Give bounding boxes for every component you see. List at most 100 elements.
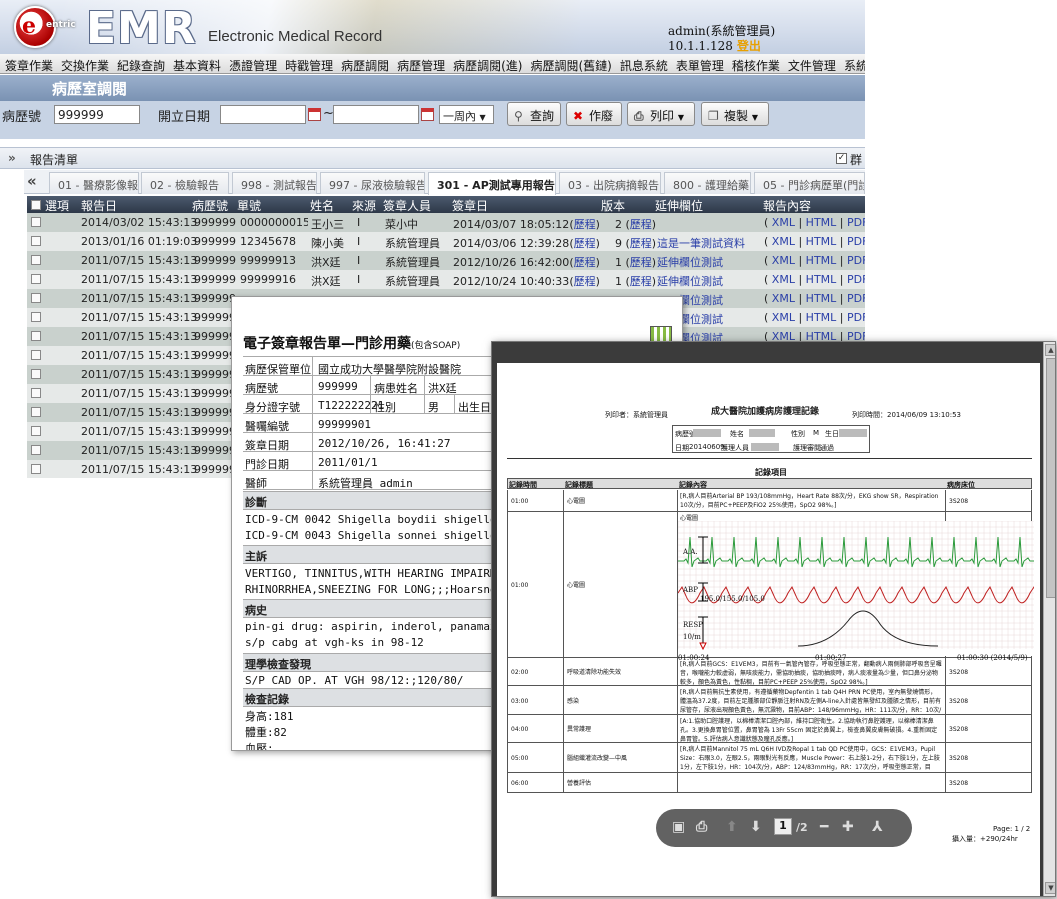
menu-item[interactable]: 稽核作業: [732, 57, 780, 74]
row-checkbox[interactable]: [31, 255, 41, 265]
query-button[interactable]: ⚲ 查詢: [507, 102, 561, 126]
zoom-out-icon[interactable]: ━: [820, 819, 828, 835]
select-all-checkbox[interactable]: [31, 200, 41, 210]
html-link[interactable]: HTML: [806, 292, 837, 305]
column-header[interactable]: 報告內容: [763, 197, 811, 214]
report-tab[interactable]: 800 - 護理給藥: [664, 172, 751, 194]
column-header[interactable]: 延伸欄位: [655, 197, 703, 214]
column-header[interactable]: 簽章日: [452, 197, 488, 214]
row-checkbox[interactable]: [31, 274, 41, 284]
menu-item[interactable]: 系統管理: [844, 57, 865, 74]
zoom-in-icon[interactable]: ✚: [842, 819, 854, 835]
date-to-input[interactable]: [333, 105, 419, 124]
history-link[interactable]: 歷程: [574, 275, 596, 288]
menu-item[interactable]: 時戳管理: [285, 57, 333, 74]
menu-item[interactable]: 交換作業: [61, 57, 109, 74]
row-checkbox[interactable]: [31, 369, 41, 379]
print-icon[interactable]: ⎙: [696, 819, 707, 835]
column-header[interactable]: 報告日: [81, 197, 117, 214]
version-history-link[interactable]: 歷程: [630, 218, 652, 231]
html-link[interactable]: HTML: [806, 254, 837, 267]
page-number-input[interactable]: 1: [774, 818, 792, 835]
calendar-icon[interactable]: [421, 108, 434, 121]
html-link[interactable]: HTML: [806, 273, 837, 286]
report-tab[interactable]: 01 - 醫療影像報告: [49, 172, 139, 194]
date-from-input[interactable]: [220, 105, 306, 124]
html-link[interactable]: HTML: [806, 311, 837, 324]
page-up-icon[interactable]: ⬆: [726, 819, 738, 835]
row-checkbox[interactable]: [31, 293, 41, 303]
version-history-link[interactable]: 歷程: [630, 275, 652, 288]
range-select[interactable]: 一周內 ▼: [439, 105, 494, 124]
xml-link[interactable]: XML: [772, 311, 795, 324]
menu-item[interactable]: 病歷調閱: [341, 57, 389, 74]
expand-icon[interactable]: »: [8, 151, 16, 165]
tabs-scroll-left-icon[interactable]: «: [27, 172, 37, 190]
menu-item[interactable]: 訊息系統: [620, 57, 668, 74]
column-header[interactable]: 病歷號: [192, 197, 228, 214]
column-header[interactable]: 來源: [352, 197, 376, 214]
xml-link[interactable]: XML: [772, 292, 795, 305]
void-button[interactable]: ✖ 作廢: [566, 102, 622, 126]
xml-link[interactable]: XML: [772, 235, 795, 248]
pdf-scrollbar[interactable]: ▲ ▼: [1043, 342, 1055, 896]
report-tab[interactable]: 05 - 門診病歷單(門診用: [754, 172, 865, 194]
copy-button[interactable]: ❐ 複製 ▼: [701, 102, 769, 126]
scroll-thumb[interactable]: [1046, 358, 1055, 598]
row-checkbox[interactable]: [31, 445, 41, 455]
report-tab[interactable]: 03 - 出院病摘報告: [559, 172, 661, 194]
report-tab[interactable]: 02 - 檢驗報告: [141, 172, 229, 194]
row-checkbox[interactable]: [31, 426, 41, 436]
menu-item[interactable]: 簽章作業: [5, 57, 53, 74]
menu-item[interactable]: 紀錄查詢: [117, 57, 165, 74]
row-checkbox[interactable]: [31, 217, 41, 227]
menu-item[interactable]: 文件管理: [788, 57, 836, 74]
pdf-link[interactable]: PDF: [847, 273, 865, 286]
table-row[interactable]: 2013/01/16 01:19:03 999999 12345678 陳小美 I 系統管…: [27, 232, 865, 251]
column-header[interactable]: 版本: [601, 197, 625, 214]
calendar-icon[interactable]: [308, 108, 321, 121]
acrobat-icon[interactable]: ⅄: [872, 819, 883, 835]
history-link[interactable]: 歷程: [574, 237, 596, 250]
row-checkbox[interactable]: [31, 312, 41, 322]
row-checkbox[interactable]: [31, 331, 41, 341]
pdf-link[interactable]: PDF: [847, 254, 865, 267]
html-link[interactable]: HTML: [806, 235, 837, 248]
row-checkbox[interactable]: [31, 407, 41, 417]
table-row[interactable]: 2011/07/15 15:43:13 999999 99999913 洪X廷 I 系統管…: [27, 251, 865, 270]
menu-item[interactable]: 表單管理: [676, 57, 724, 74]
html-link[interactable]: HTML: [806, 216, 837, 229]
menu-item[interactable]: 病歷管理: [397, 57, 445, 74]
history-link[interactable]: 歷程: [574, 256, 596, 269]
version-history-link[interactable]: 歷程: [630, 256, 652, 269]
report-tab[interactable]: 997 - 尿液檢驗報告: [320, 172, 425, 194]
xml-link[interactable]: XML: [772, 273, 795, 286]
pdf-link[interactable]: PDF: [847, 311, 865, 324]
history-link[interactable]: 歷程: [574, 218, 596, 231]
group-checkbox[interactable]: ✓: [836, 153, 847, 164]
table-row[interactable]: 2011/07/15 15:43:13 999999 99999916 洪X廷 I 系統管…: [27, 270, 865, 289]
report-tab[interactable]: 301 - AP測試專用報告: [428, 172, 556, 195]
version-history-link[interactable]: 歷程: [630, 237, 652, 250]
menu-item[interactable]: 憑證管理: [229, 57, 277, 74]
menu-item[interactable]: 病歷調閱(舊鏈): [531, 57, 612, 74]
column-header[interactable]: 簽章人員: [383, 197, 431, 214]
page-down-icon[interactable]: ⬇: [750, 819, 762, 835]
chart-no-input[interactable]: 999999: [54, 105, 140, 124]
row-checkbox[interactable]: [31, 464, 41, 474]
table-row[interactable]: 2014/03/02 15:43:13 999999 0000000015 王小三 I 菜…: [27, 213, 865, 232]
logout-link[interactable]: 登出: [737, 39, 761, 53]
report-tab[interactable]: 998 - 測試報告: [232, 172, 317, 194]
menu-item[interactable]: 病歷調閱(進): [453, 57, 522, 74]
row-checkbox[interactable]: [31, 350, 41, 360]
column-header[interactable]: 單號: [237, 197, 261, 214]
pdf-link[interactable]: PDF: [847, 235, 865, 248]
pdf-link[interactable]: PDF: [847, 292, 865, 305]
row-checkbox[interactable]: [31, 388, 41, 398]
column-header[interactable]: 姓名: [310, 197, 334, 214]
pdf-link[interactable]: PDF: [847, 216, 865, 229]
xml-link[interactable]: XML: [772, 216, 795, 229]
scroll-up-icon[interactable]: ▲: [1045, 344, 1055, 356]
save-icon[interactable]: ▣: [672, 819, 685, 835]
print-button[interactable]: ⎙ 列印 ▼: [627, 102, 695, 126]
